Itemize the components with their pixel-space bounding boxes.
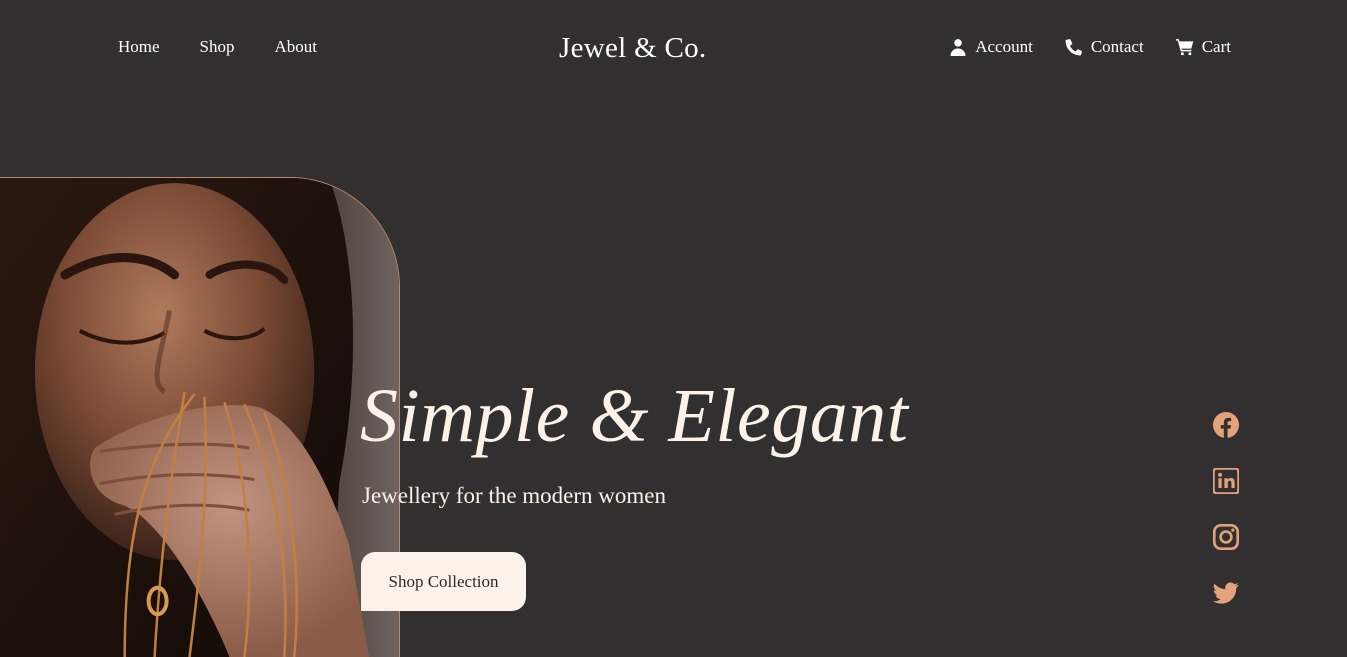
utility-nav: Account Contact Cart xyxy=(949,36,1231,58)
hero-photo xyxy=(0,177,400,657)
account-label: Account xyxy=(975,37,1033,56)
hero-title: Simple & Elegant xyxy=(360,374,909,458)
phone-icon xyxy=(1065,38,1083,56)
nav-about-link[interactable]: About xyxy=(275,36,318,58)
linkedin-icon[interactable] xyxy=(1212,467,1240,495)
instagram-icon[interactable] xyxy=(1213,524,1240,551)
nav-shop-link[interactable]: Shop xyxy=(200,36,235,58)
cart-icon xyxy=(1175,38,1194,56)
account-link[interactable]: Account xyxy=(949,36,1033,58)
shop-collection-button[interactable]: Shop Collection xyxy=(361,552,526,611)
cart-label: Cart xyxy=(1201,37,1231,56)
nav-home-link[interactable]: Home xyxy=(118,36,160,58)
user-icon xyxy=(949,38,967,56)
hero-subtitle: Jewellery for the modern women xyxy=(362,483,667,508)
primary-nav: Home Shop About xyxy=(118,36,317,58)
social-links xyxy=(1212,412,1240,636)
site-logo[interactable]: Jewel & Co. xyxy=(559,30,706,66)
contact-link[interactable]: Contact xyxy=(1065,36,1144,58)
twitter-icon[interactable] xyxy=(1213,580,1239,606)
facebook-icon[interactable] xyxy=(1213,412,1239,438)
cart-link[interactable]: Cart xyxy=(1175,36,1231,58)
contact-label: Contact xyxy=(1090,37,1144,56)
